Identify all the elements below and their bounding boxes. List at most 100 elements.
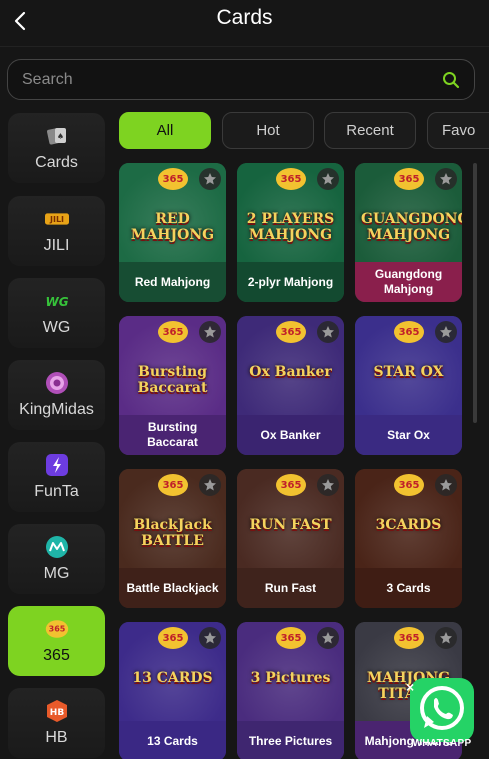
favorite-star-icon[interactable] [435, 321, 457, 343]
game-card[interactable]: 3 Pictures 365 Three Pictures [237, 622, 344, 759]
favorite-star-icon[interactable] [317, 474, 339, 496]
game-name: Battle Blackjack [119, 568, 226, 608]
tab-all[interactable]: All [119, 112, 211, 149]
top-bar: Cards [0, 0, 489, 47]
badge-text: 365 [163, 327, 184, 338]
game-card[interactable]: RED MAHJONG 365 Red Mahjong [119, 163, 226, 302]
game-name: Bursting Baccarat [119, 415, 226, 455]
tab-recent[interactable]: Recent [324, 112, 416, 149]
game-thumbnail: RUN FAST 365 [237, 469, 344, 571]
game-grid: RED MAHJONG 365 Red Mahjong 2 PLAYERS MAHJO… [118, 162, 468, 759]
game-logo: RUN FAST [249, 517, 332, 533]
game-card[interactable]: STAR OX 365 Star Ox [355, 316, 462, 455]
game-card[interactable]: RUN FAST 365 Run Fast [237, 469, 344, 608]
badge-text: 365 [281, 633, 302, 644]
badge-text: 365 [399, 633, 420, 644]
game-logo: Bursting Baccarat [137, 364, 208, 396]
tab-favorites[interactable]: Favo [427, 112, 489, 149]
game-card[interactable]: 13 CARDS 365 13 Cards [119, 622, 226, 759]
favorite-star-icon[interactable] [317, 168, 339, 190]
provider-sidebar: ♠ Cards JILI JILI WG WG KingMidas FunTa … [0, 110, 112, 759]
sidebar-item-label: MG [43, 565, 70, 582]
wg-logo-icon: WG [45, 289, 69, 313]
favorite-star-icon[interactable] [435, 627, 457, 649]
game-card[interactable]: BlackJack BATTLE 365 Battle Blackjack [119, 469, 226, 608]
favorite-star-icon[interactable] [199, 168, 221, 190]
sidebar-item-label: FunTa [34, 483, 79, 500]
badge-text: 365 [163, 633, 184, 644]
favorite-star-icon[interactable] [317, 321, 339, 343]
hb-logo-icon: HB [45, 699, 69, 723]
365-games-logo-icon: 365 [276, 474, 306, 496]
sidebar-item-label: HB [45, 729, 68, 746]
favorite-star-icon[interactable] [199, 474, 221, 496]
search-input[interactable] [22, 60, 422, 99]
whatsapp-label: WHATSAPP [412, 738, 472, 749]
game-card[interactable]: Ox Banker 365 Ox Banker [237, 316, 344, 455]
page-title: Cards [216, 6, 273, 29]
sidebar-item-jili[interactable]: JILI JILI [8, 196, 105, 266]
game-thumbnail: 13 CARDS 365 [119, 622, 226, 724]
game-card[interactable]: Bursting Baccarat 365 Bursting Baccarat [119, 316, 226, 455]
sidebar-item-label: Cards [35, 154, 78, 171]
kingmidas-chip-icon [45, 371, 69, 395]
game-name: 2-plyr Mahjong [237, 262, 344, 302]
365-games-logo-icon: 365 [276, 627, 306, 649]
favorite-star-icon[interactable] [199, 627, 221, 649]
svg-text:365: 365 [48, 624, 65, 633]
game-thumbnail: Ox Banker 365 [237, 316, 344, 418]
sidebar-item-label: JILI [43, 237, 70, 254]
game-logo: 2 PLAYERS MAHJONG [246, 211, 335, 243]
badge-text: 365 [281, 327, 302, 338]
sidebar-item-365[interactable]: 365 365 [8, 606, 105, 676]
sidebar-item-wg[interactable]: WG WG [8, 278, 105, 348]
game-logo: 3CARDS [375, 517, 442, 533]
365-games-logo-icon: 365 [158, 321, 188, 343]
365-games-logo-icon: 365 [394, 474, 424, 496]
game-name: Red Mahjong [119, 262, 226, 302]
close-icon[interactable]: × [406, 679, 422, 695]
favorite-star-icon[interactable] [317, 627, 339, 649]
search-bar[interactable] [7, 59, 475, 100]
favorite-star-icon[interactable] [199, 321, 221, 343]
game-card[interactable]: GUANGDONG MAHJONG 365 Guangdong Mahjong [355, 163, 462, 302]
badge-text: 365 [281, 480, 302, 491]
game-name: Star Ox [355, 415, 462, 455]
365-games-logo-icon: 365 [276, 168, 306, 190]
game-logo: STAR OX [373, 364, 444, 380]
game-thumbnail: STAR OX 365 [355, 316, 462, 418]
365-games-logo-icon: 365 [158, 168, 188, 190]
sidebar-item-kingmidas[interactable]: KingMidas [8, 360, 105, 430]
game-logo: 3 Pictures [250, 670, 331, 686]
game-name: 13 Cards [119, 721, 226, 759]
game-thumbnail: BlackJack BATTLE 365 [119, 469, 226, 571]
favorite-star-icon[interactable] [435, 168, 457, 190]
365-games-logo-icon: 365 [394, 627, 424, 649]
favorite-star-icon[interactable] [435, 474, 457, 496]
game-thumbnail: GUANGDONG MAHJONG 365 [355, 163, 462, 265]
game-logo: Ox Banker [249, 364, 332, 380]
365-games-logo-icon: 365 [394, 321, 424, 343]
sidebar-item-cards[interactable]: ♠ Cards [8, 113, 105, 183]
game-name: Guangdong Mahjong [355, 262, 462, 302]
game-card[interactable]: 2 PLAYERS MAHJONG 365 2-plyr Mahjong [237, 163, 344, 302]
sidebar-item-label: KingMidas [19, 401, 94, 418]
sidebar-item-mg[interactable]: MG [8, 524, 105, 594]
sidebar-item-funta[interactable]: FunTa [8, 442, 105, 512]
game-logo: BlackJack BATTLE [133, 517, 212, 549]
game-thumbnail: 2 PLAYERS MAHJONG 365 [237, 163, 344, 265]
365-games-logo-icon: 365 [394, 168, 424, 190]
365-games-logo-icon: 365 [276, 321, 306, 343]
badge-text: 365 [163, 174, 184, 185]
tab-hot[interactable]: Hot [222, 112, 314, 149]
game-thumbnail: RED MAHJONG 365 [119, 163, 226, 265]
playing-cards-icon: ♠ [45, 124, 69, 148]
scrollbar[interactable] [473, 163, 477, 423]
search-icon[interactable] [442, 71, 460, 89]
game-name: Run Fast [237, 568, 344, 608]
game-card[interactable]: 3CARDS 365 3 Cards [355, 469, 462, 608]
svg-text:HB: HB [49, 708, 64, 718]
svg-text:WG: WG [45, 295, 68, 309]
sidebar-item-hb[interactable]: HB HB [8, 688, 105, 758]
game-logo: 13 CARDS [132, 670, 213, 686]
